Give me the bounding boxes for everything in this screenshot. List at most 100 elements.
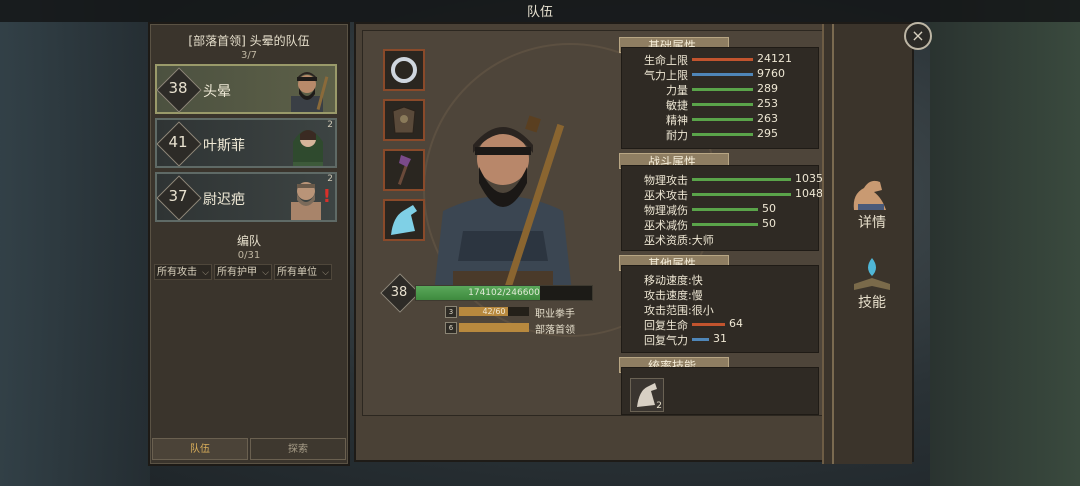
- regen-stat-bar: [692, 323, 725, 326]
- basic-stat-label: 气力上限: [644, 69, 688, 82]
- basic-stat-value: 253: [757, 97, 778, 110]
- mace-icon: [397, 155, 411, 185]
- basic-stat-bar: [692, 58, 753, 61]
- aptitude-value: :大师: [688, 234, 714, 247]
- unit-portrait: [293, 130, 323, 166]
- hero-portrait: [433, 115, 573, 301]
- other-stat-label: 移动速度: [644, 274, 688, 287]
- other-stats-box: 移动速度:快 攻击速度:慢 攻击范围:很小 回复生命 64 回复气力 31: [621, 265, 819, 353]
- chevron-down-icon: ⌵: [322, 268, 329, 278]
- basic-stat-label: 力量: [666, 84, 688, 97]
- background-map: [930, 0, 1080, 486]
- unit-name: 尉迟疤: [203, 192, 245, 208]
- filter-unit[interactable]: 所有单位 ⌵: [274, 264, 332, 280]
- combat-stat-value: 50: [762, 217, 776, 230]
- skill-book-icon: [854, 258, 890, 290]
- hero-detail-panel: 38 174102/246600 3 42/60 职业拳手 6 部落首领 基础属…: [354, 22, 914, 464]
- regen-stat-label: 回复生命: [644, 319, 688, 332]
- filter-armor[interactable]: 所有护甲 ⌵: [214, 264, 272, 280]
- command-skill-slot[interactable]: 2: [630, 378, 664, 412]
- basic-stat-bar: [692, 103, 753, 106]
- combat-stat-bar: [692, 223, 758, 226]
- combat-stat-label: 物理攻击: [644, 174, 688, 187]
- combat-stat-label: 巫术攻击: [644, 189, 688, 202]
- formation-title: 编队: [236, 234, 261, 248]
- combat-stat-label: 巫术减伤: [644, 219, 688, 232]
- other-stat-label: 攻击范围: [644, 304, 688, 317]
- equip-slot-weapon[interactable]: [383, 149, 425, 191]
- regen-stat-label: 回复气力: [644, 334, 688, 347]
- details-label: 详情: [858, 215, 886, 231]
- basic-stat-label: 精神: [666, 114, 688, 127]
- basic-stat-label: 耐力: [666, 129, 688, 142]
- equip-slot-mount[interactable]: [383, 199, 425, 241]
- other-stat-label: 攻击速度: [644, 289, 688, 302]
- basic-stat-bar: [692, 133, 753, 136]
- basic-stat-value: 24121: [757, 52, 792, 65]
- chevron-down-icon: ⌵: [202, 268, 209, 278]
- team-title: [部落首领] 头晕的队伍: [188, 34, 310, 48]
- basic-stat-value: 295: [757, 127, 778, 140]
- equip-slot-ring[interactable]: [383, 49, 425, 91]
- chevron-down-icon: ⌵: [262, 268, 269, 278]
- regen-stat-value: 31: [713, 332, 727, 345]
- combat-stat-label: 物理减伤: [644, 204, 688, 217]
- basic-stat-bar: [692, 73, 753, 76]
- exp-text: 174102/246600: [468, 288, 540, 298]
- rank-bar: [459, 323, 529, 332]
- tab-explore[interactable]: 探索: [250, 438, 346, 460]
- tab-team[interactable]: 队伍: [152, 438, 248, 460]
- unit-badge: 2: [327, 120, 333, 130]
- profession-value: 42/60: [482, 307, 506, 316]
- formation-count: 0/31: [237, 250, 261, 261]
- basic-stat-bar: [692, 88, 753, 91]
- armor-icon: [392, 106, 416, 134]
- profession-level-icon: 3: [445, 306, 457, 318]
- other-stat-value: :快: [688, 274, 703, 287]
- side-rail: 详情 技能: [822, 24, 912, 464]
- arm-icon: [853, 180, 886, 210]
- team-count: 3/7: [240, 50, 258, 61]
- unit-portrait: [291, 72, 329, 112]
- basic-stats-box: 生命上限 24121 气力上限 9760 力量 289 敏捷 253 精神 263 耐力 295: [621, 47, 819, 149]
- profession-label: 职业拳手: [535, 309, 575, 320]
- skill-count: 2: [656, 401, 662, 411]
- details-button[interactable]: 详情: [842, 174, 902, 234]
- unit-badge: 2: [327, 174, 333, 184]
- rank-label: 部落首领: [535, 325, 575, 336]
- hero-level: 38: [390, 285, 408, 300]
- basic-stat-bar: [692, 118, 753, 121]
- aptitude-label: 巫术资质: [644, 234, 688, 247]
- combat-stat-value: 1048: [795, 187, 823, 200]
- unit-name: 叶斯菲: [203, 138, 245, 154]
- alert-icon: !: [322, 186, 331, 207]
- unit-level: 38: [168, 79, 188, 97]
- profession-bar: 42/60: [459, 307, 529, 316]
- skills-button[interactable]: 技能: [842, 254, 902, 314]
- regen-stat-bar: [692, 338, 709, 341]
- combat-stat-bar: [692, 208, 758, 211]
- basic-stat-label: 生命上限: [644, 54, 688, 67]
- filter-attack[interactable]: 所有攻击 ⌵: [154, 264, 212, 280]
- regen-stat-value: 64: [729, 317, 743, 330]
- background-left: [0, 0, 150, 486]
- team-panel: [部落首领] 头晕的队伍 3/7 38 头晕 41 叶斯菲 2 37 尉迟疤 2…: [148, 22, 350, 466]
- unit-level: 41: [168, 133, 188, 151]
- unit-level: 37: [168, 187, 188, 205]
- other-stat-value: :慢: [688, 289, 703, 302]
- close-button[interactable]: ×: [904, 22, 932, 50]
- basic-stat-value: 9760: [757, 67, 785, 80]
- basic-stat-label: 敏捷: [666, 99, 688, 112]
- basic-stat-value: 289: [757, 82, 778, 95]
- unit-card-1[interactable]: 38 头晕: [155, 64, 337, 114]
- rank-fill: [459, 323, 529, 332]
- rank-level-icon: 6: [445, 322, 457, 334]
- equip-slot-armor[interactable]: [383, 99, 425, 141]
- unit-card-3[interactable]: 37 尉迟疤 2 !: [155, 172, 337, 222]
- unit-card-2[interactable]: 41 叶斯菲 2: [155, 118, 337, 168]
- unit-name: 头晕: [203, 84, 231, 100]
- window-title: 队伍: [526, 5, 553, 20]
- combat-stat-bar: [692, 193, 791, 196]
- horse-icon: [391, 205, 417, 235]
- exp-bar: 174102/246600: [415, 285, 593, 301]
